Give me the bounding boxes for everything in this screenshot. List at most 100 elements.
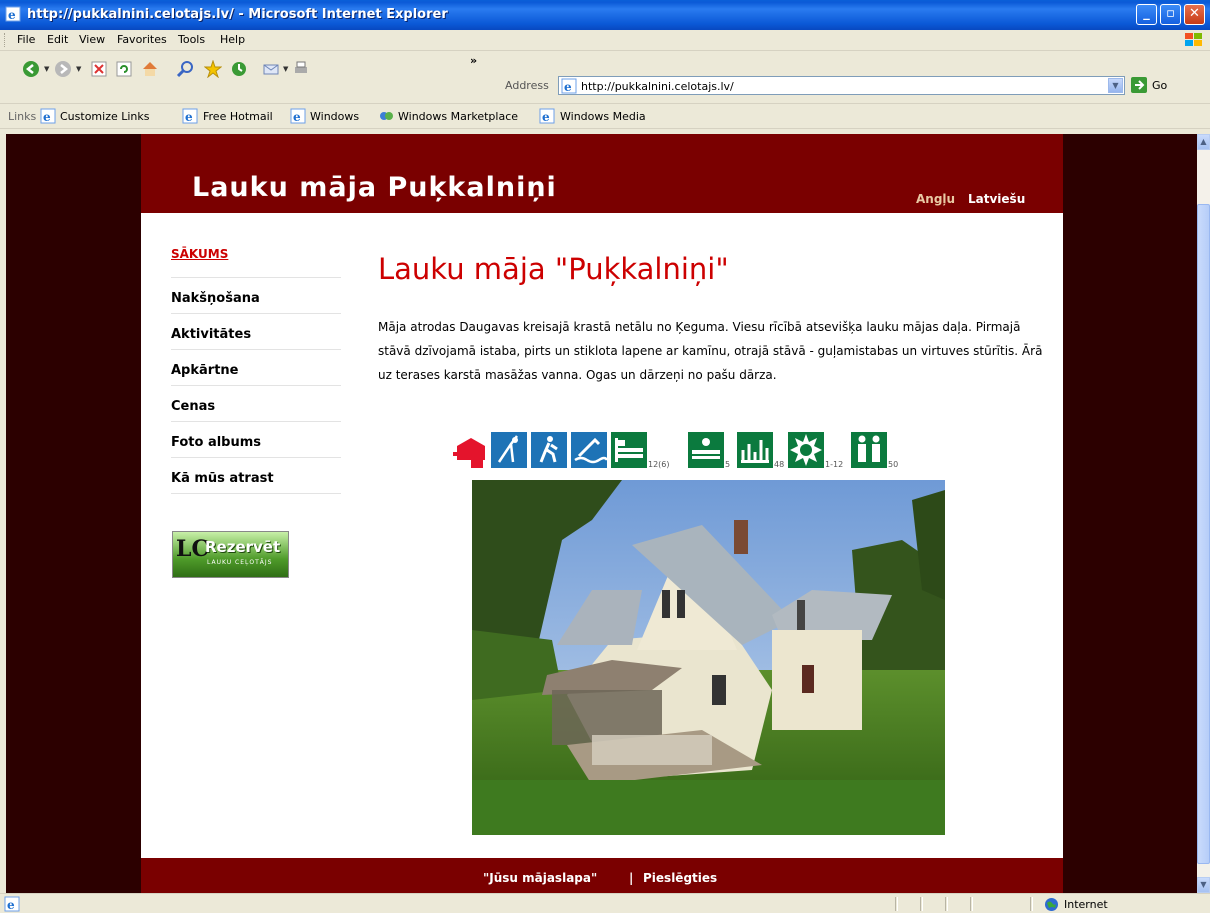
go-button[interactable]: Go	[1152, 79, 1167, 92]
beds-count: 12(6)	[648, 460, 670, 469]
nav-item-home[interactable]: SĀKUMS	[171, 244, 341, 278]
stop-icon[interactable]	[90, 60, 108, 78]
nav-item-photo-album[interactable]: Foto albums	[171, 422, 341, 458]
link-windows-media[interactable]: Windows Media	[560, 110, 646, 123]
season-months: 1-12	[825, 460, 844, 469]
season-sun-icon	[788, 432, 824, 468]
status-bar: e Internet	[0, 893, 1210, 913]
address-value: http://pukkalnini.celotajs.lv/	[581, 80, 734, 93]
page-icon: e	[561, 78, 577, 94]
farm-tourism-icon	[451, 432, 487, 468]
footer-login-link[interactable]: Pieslēgties	[643, 871, 717, 885]
history-icon[interactable]	[230, 60, 248, 78]
footer-separator: |	[629, 871, 634, 885]
status-separator	[1030, 897, 1033, 911]
people-count: 50	[888, 460, 899, 469]
people-icon	[851, 432, 887, 468]
fishing-icon	[491, 432, 527, 468]
address-input[interactable]: e http://pukkalnini.celotajs.lv/ ▼	[558, 76, 1125, 95]
refresh-icon[interactable]	[115, 60, 133, 78]
back-icon[interactable]	[22, 60, 40, 78]
link-windows[interactable]: Windows	[310, 110, 359, 123]
toolbar: ▼ ▼ ▼ » Address e http://pukkalnini.celo…	[0, 51, 1210, 104]
svg-text:e: e	[293, 110, 301, 124]
address-dropdown-icon[interactable]: ▼	[1108, 78, 1123, 93]
address-label: Address	[505, 79, 549, 92]
svg-text:e: e	[43, 110, 51, 124]
page-container: Lauku māja Puķkalniņi Angļu Latviešu SĀK…	[141, 134, 1063, 893]
nav-item-surroundings[interactable]: Apkārtne	[171, 350, 341, 386]
house-photo	[472, 480, 945, 835]
home-icon[interactable]	[141, 60, 159, 78]
mail-dropdown-icon[interactable]: ▼	[283, 65, 288, 73]
minimize-button[interactable]: _	[1136, 4, 1157, 25]
search-icon[interactable]	[176, 60, 194, 78]
links-bar: Links e Customize Links e Free Hotmail e…	[0, 104, 1210, 129]
status-separator	[945, 897, 948, 911]
menu-view[interactable]: View	[79, 33, 105, 46]
extra-beds-count: 5	[725, 460, 731, 469]
maximize-button[interactable]: ▫	[1160, 4, 1181, 25]
page-description: Māja atrodas Daugavas kreisajā krastā ne…	[378, 320, 1043, 382]
page-title: Lauku māja "Puķkalniņi"	[378, 252, 729, 286]
internet-zone-icon	[1045, 898, 1058, 911]
svg-text:e: e	[564, 80, 572, 94]
facility-icons: 12(6) 5 48 1-12 50	[451, 432, 971, 476]
footer-homepage-link[interactable]: "Jūsu mājaslapa"	[483, 871, 597, 885]
windows-flag-icon	[1185, 33, 1202, 46]
links-label: Links	[8, 110, 37, 123]
internet-zone-label: Internet	[1064, 898, 1108, 911]
window-title: http://pukkalnini.celotajs.lv/ - Microso…	[27, 7, 448, 22]
mail-icon[interactable]	[262, 60, 280, 78]
scroll-down-icon[interactable]: ▼	[1197, 877, 1210, 893]
close-button[interactable]: ✕	[1184, 4, 1205, 25]
print-icon[interactable]	[292, 60, 310, 78]
forward-icon[interactable]	[54, 60, 72, 78]
menu-help[interactable]: Help	[220, 33, 245, 46]
seats-icon	[737, 432, 773, 468]
vertical-scrollbar[interactable]: ▲ ▼	[1197, 134, 1210, 893]
extra-bed-icon	[688, 432, 724, 468]
marketplace-icon	[380, 112, 393, 120]
link-free-hotmail[interactable]: Free Hotmail	[203, 110, 273, 123]
link-customize-links[interactable]: Customize Links	[60, 110, 150, 123]
site-title: Lauku māja Puķkalniņi	[192, 172, 557, 203]
svg-text:e: e	[185, 110, 193, 124]
svg-text:e: e	[542, 110, 550, 124]
lang-latvian-link[interactable]: Latviešu	[968, 192, 1025, 206]
seats-count: 48	[774, 460, 785, 469]
bed-icon	[611, 432, 647, 468]
scroll-thumb[interactable]	[1197, 204, 1210, 864]
menu-file[interactable]: File	[17, 33, 35, 46]
link-page-icon: e	[182, 108, 198, 124]
side-nav: SĀKUMS Nakšņošana Aktivitātes Apkārtne C…	[171, 244, 341, 494]
go-icon[interactable]	[1130, 76, 1148, 94]
site-footer: "Jūsu mājaslapa" | Pieslēgties	[141, 858, 1063, 893]
svg-text:e: e	[8, 8, 16, 22]
link-windows-marketplace[interactable]: Windows Marketplace	[398, 110, 518, 123]
svg-text:e: e	[7, 898, 15, 912]
hiking-icon	[531, 432, 567, 468]
toolbar-chevron[interactable]: »	[470, 54, 477, 67]
browser-viewport: Lauku māja Puķkalniņi Angļu Latviešu SĀK…	[6, 134, 1198, 893]
site-header: Lauku māja Puķkalniņi Angļu Latviešu	[141, 134, 1063, 213]
ie-icon: e	[5, 6, 21, 22]
nav-item-accommodation[interactable]: Nakšņošana	[171, 278, 341, 314]
status-separator	[895, 897, 898, 911]
status-separator	[970, 897, 973, 911]
favorites-icon[interactable]	[204, 60, 222, 78]
back-dropdown-icon[interactable]: ▼	[44, 65, 49, 73]
window-title-bar: e http://pukkalnini.celotajs.lv/ - Micro…	[0, 0, 1210, 30]
nav-item-find-us[interactable]: Kā mūs atrast	[171, 458, 341, 494]
nav-item-prices[interactable]: Cenas	[171, 386, 341, 422]
scroll-up-icon[interactable]: ▲	[1197, 134, 1210, 150]
reserve-button[interactable]: LC Rezervēt LAUKU CEĻOTĀJS	[172, 531, 289, 578]
nav-item-activities[interactable]: Aktivitātes	[171, 314, 341, 350]
link-page-icon: e	[539, 108, 555, 124]
menu-favorites[interactable]: Favorites	[117, 33, 167, 46]
status-separator	[920, 897, 923, 911]
menu-edit[interactable]: Edit	[47, 33, 68, 46]
lang-english-link[interactable]: Angļu	[916, 192, 955, 206]
menu-tools[interactable]: Tools	[178, 33, 205, 46]
forward-dropdown-icon[interactable]: ▼	[76, 65, 81, 73]
